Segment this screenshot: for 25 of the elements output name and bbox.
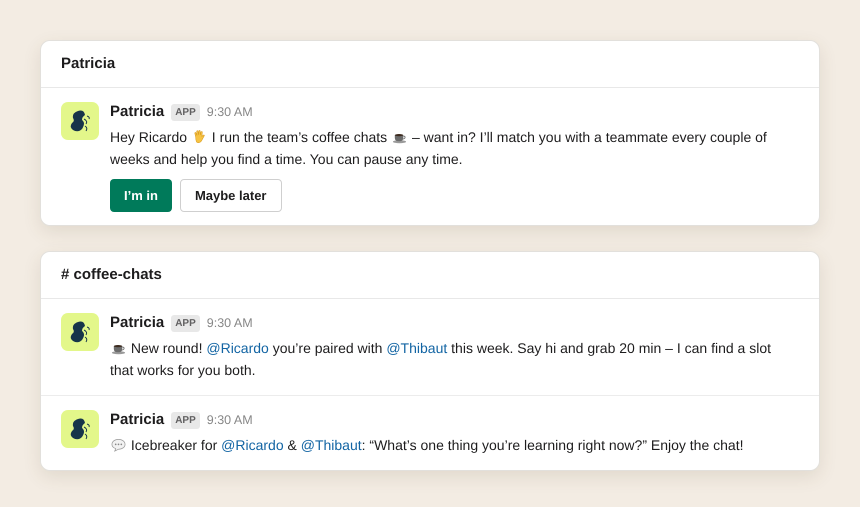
- speech-bubble-icon: [111, 438, 126, 452]
- author-name: Patricia: [110, 410, 164, 430]
- message-text: Icebreaker for @Ricardo & @Thibaut: “What’s one thing you’re learning right now?” Enjoy the chat!: [110, 434, 798, 456]
- avatar-icon: [61, 102, 99, 140]
- message-text: New round! @Ricardo you’re paired with @Thibaut this week. Say hi and grab 20 min – I can find a slot that works for you both.: [110, 339, 772, 380]
- user-mention[interactable]: @Thibaut: [300, 437, 362, 453]
- user-mention[interactable]: @Thibaut: [386, 340, 448, 356]
- avatar-icon: [61, 410, 99, 448]
- author-name: Patricia: [110, 102, 164, 122]
- message-time: 9:30 AM: [206, 412, 253, 429]
- message-text: Hey Ricardo I run the team’s coffee chats – want in? I’ll match you with a teammate every couple of weeks and help you find a time. You can pause any time.: [110, 128, 768, 169]
- author-name: Patricia: [110, 312, 164, 333]
- user-mention[interactable]: @Ricardo: [221, 437, 284, 453]
- app-badge: APP: [171, 104, 200, 120]
- message-time: 9:30 AM: [206, 104, 253, 121]
- message-time: 9:30 AM: [206, 314, 253, 332]
- app-badge: APP: [171, 314, 200, 332]
- panel-title: # coffee-chats: [61, 264, 162, 285]
- user-mention[interactable]: @Ricardo: [206, 340, 269, 356]
- app-badge: APP: [171, 412, 200, 428]
- waving-hand-icon: [192, 129, 207, 144]
- avatar-icon: [61, 313, 99, 351]
- panel-title: Patricia: [61, 54, 116, 74]
- secondary-button[interactable]: Maybe later: [180, 179, 282, 212]
- primary-button[interactable]: I’m in: [110, 179, 172, 212]
